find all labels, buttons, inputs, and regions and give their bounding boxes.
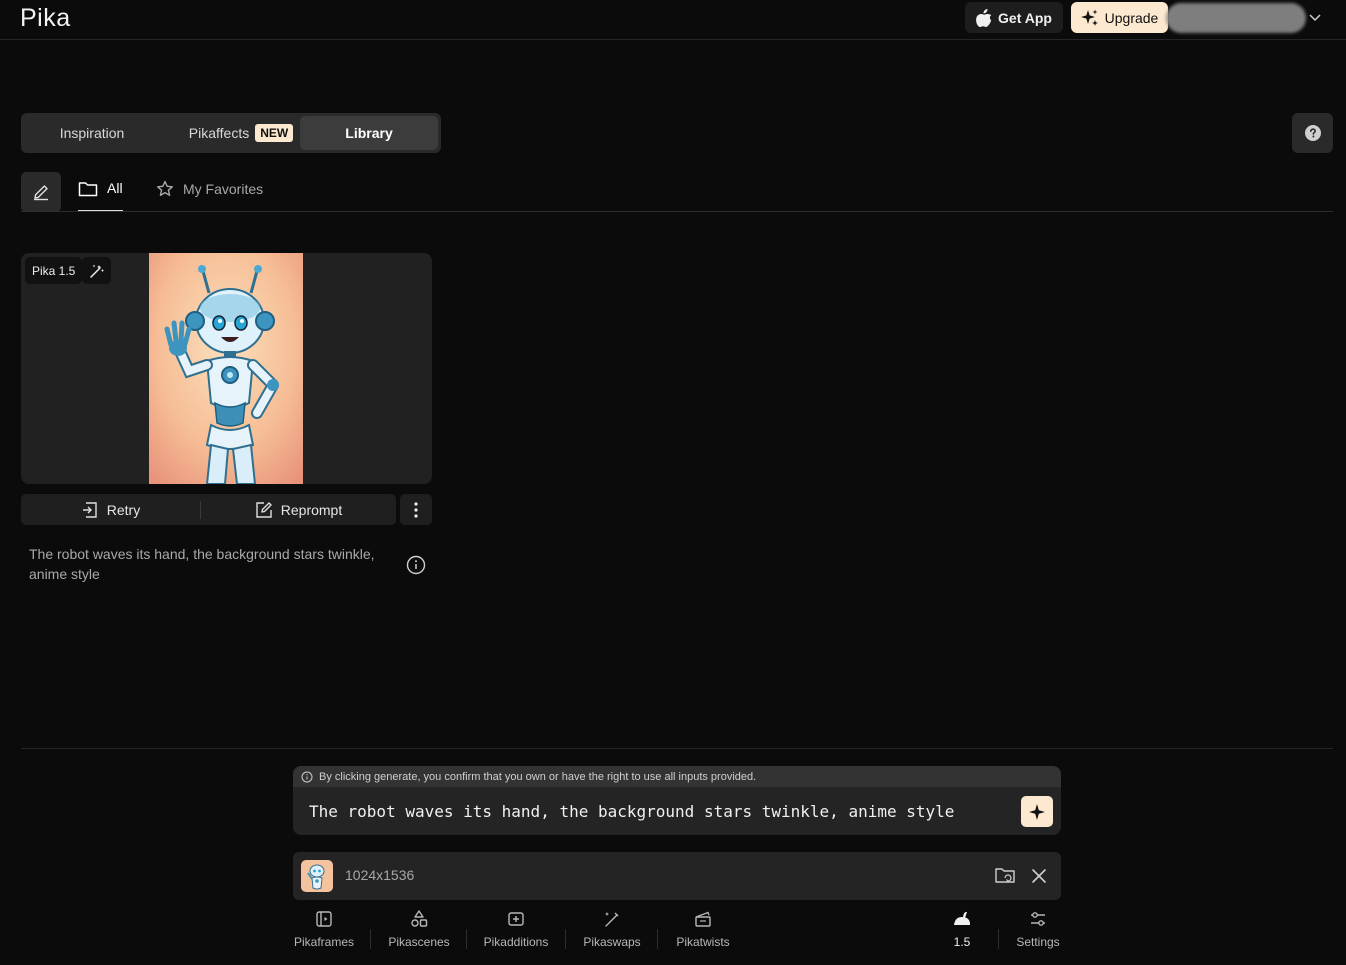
- get-app-label: Get App: [998, 9, 1052, 26]
- filter-favorites-label: My Favorites: [183, 181, 264, 197]
- rabbit-icon: [954, 911, 970, 925]
- filter-favorites-tab[interactable]: My Favorites: [156, 180, 263, 198]
- folder-icon: [78, 182, 98, 197]
- sliders-icon: [1031, 912, 1045, 926]
- edit-button[interactable]: [21, 172, 61, 212]
- prompt-input[interactable]: The robot waves its hand, the background…: [309, 802, 954, 821]
- reprompt-label: Reprompt: [280, 501, 343, 518]
- magic-wand-button[interactable]: [82, 257, 111, 284]
- video-card[interactable]: [21, 253, 432, 484]
- chevron-down-icon[interactable]: [1308, 10, 1322, 24]
- retry-label: Retry: [106, 501, 141, 518]
- filter-all-tab[interactable]: All: [78, 178, 123, 212]
- model-version-label: 1.5: [953, 935, 971, 949]
- tool-pikatwists-label: Pikatwists: [676, 935, 730, 949]
- tool-pikadditions[interactable]: Pikadditions: [482, 909, 550, 949]
- model-version-selector[interactable]: 1.5: [949, 909, 975, 949]
- tool-divider: [998, 929, 999, 949]
- image-input-row: 1024x1536: [293, 852, 1061, 900]
- image-input-thumbnail[interactable]: [301, 860, 333, 892]
- more-vertical-icon: [414, 501, 418, 518]
- filter-all-label: All: [107, 180, 123, 196]
- tool-pikascenes[interactable]: Pikascenes: [387, 909, 451, 949]
- add-frame-icon: [508, 912, 524, 926]
- card-actions: Retry Reprompt: [21, 494, 396, 525]
- edit-square-icon: [256, 501, 272, 518]
- disclaimer-bar: By clicking generate, you confirm that y…: [293, 766, 1061, 787]
- close-icon[interactable]: [1030, 867, 1048, 885]
- info-icon[interactable]: [406, 555, 426, 575]
- star-icon: [157, 180, 173, 196]
- robot-thumbnail[interactable]: [149, 253, 303, 484]
- help-button[interactable]: [1292, 113, 1333, 153]
- retry-button[interactable]: Retry: [21, 494, 200, 525]
- tool-pikascenes-label: Pikascenes: [388, 935, 450, 949]
- video-caption: The robot waves its hand, the background…: [29, 546, 375, 582]
- image-dimensions: 1024x1536: [345, 867, 415, 883]
- swap-wand-icon: [605, 912, 619, 927]
- pika-logo[interactable]: Pika: [20, 4, 71, 33]
- clapper-icon: [695, 911, 711, 927]
- top-bar: Pika Get App Upgrade: [0, 0, 1346, 40]
- pencil-icon: [34, 185, 48, 201]
- tool-divider: [466, 929, 467, 949]
- tool-divider: [657, 929, 658, 949]
- tab-pikaffects[interactable]: Pikaffects NEW: [163, 113, 319, 153]
- tab-pikaffects-label: Pikaffects: [188, 125, 250, 141]
- tool-bar: Pikaframes Pikascenes Pikadditions Pikas…: [293, 909, 1061, 965]
- new-badge: NEW: [255, 124, 294, 142]
- more-options-button[interactable]: [400, 494, 432, 525]
- tool-pikaswaps[interactable]: Pikaswaps: [582, 909, 642, 949]
- upgrade-label: Upgrade: [1104, 9, 1159, 26]
- tab-library-label: Library: [345, 125, 393, 141]
- prompt-composer: By clicking generate, you confirm that y…: [293, 766, 1061, 835]
- disclaimer-text: By clicking generate, you confirm that y…: [319, 770, 757, 783]
- tool-divider: [565, 929, 566, 949]
- composer-divider: [21, 748, 1333, 749]
- settings-button[interactable]: Settings: [1013, 909, 1063, 949]
- apple-icon: [976, 8, 992, 27]
- tab-inspiration-label: Inspiration: [59, 125, 125, 141]
- get-app-button[interactable]: Get App: [965, 2, 1063, 33]
- reprompt-button[interactable]: Reprompt: [201, 494, 396, 525]
- info-small-icon: [301, 771, 313, 782]
- sparkle-icon: [1029, 803, 1045, 820]
- main-tabs: Inspiration Pikaffects NEW Library: [21, 113, 441, 153]
- upgrade-button[interactable]: Upgrade: [1071, 2, 1168, 33]
- settings-label: Settings: [1016, 935, 1060, 949]
- tool-pikaframes[interactable]: Pikaframes: [293, 909, 355, 949]
- sparkle-icon: [1080, 9, 1098, 26]
- account-avatar[interactable]: [1166, 3, 1306, 33]
- help-icon: [1304, 125, 1321, 141]
- tool-divider: [370, 929, 371, 949]
- replace-folder-icon[interactable]: [994, 865, 1016, 887]
- tool-pikaswaps-label: Pikaswaps: [583, 935, 641, 949]
- frames-icon: [316, 911, 332, 927]
- tool-pikatwists[interactable]: Pikatwists: [673, 909, 733, 949]
- tool-pikaframes-label: Pikaframes: [293, 935, 355, 949]
- filter-divider: [21, 211, 1333, 212]
- retry-icon: [82, 501, 97, 518]
- magic-wand-icon: [89, 264, 104, 278]
- tool-pikadditions-label: Pikadditions: [483, 935, 549, 949]
- tab-library[interactable]: Library: [300, 116, 438, 150]
- tab-inspiration[interactable]: Inspiration: [21, 113, 163, 153]
- model-badge: Pika 1.5: [25, 257, 83, 284]
- shapes-icon: [411, 910, 428, 927]
- generate-button[interactable]: [1021, 796, 1053, 827]
